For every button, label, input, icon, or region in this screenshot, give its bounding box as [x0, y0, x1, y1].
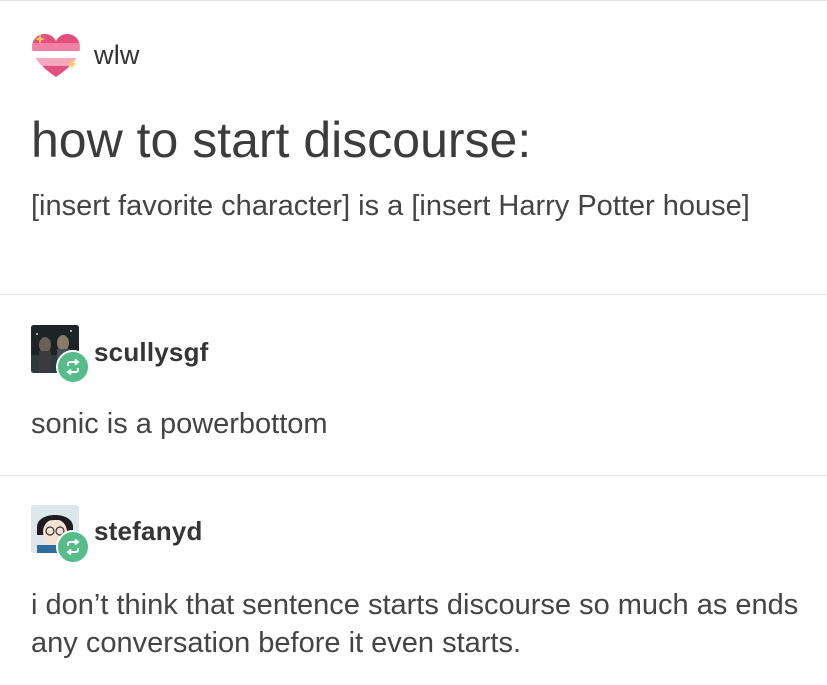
reblog-icon [56, 530, 90, 564]
top-border [0, 0, 827, 1]
divider [0, 475, 827, 476]
reblog-text: i don’t think that sentence starts disco… [31, 589, 799, 659]
post-title: how to start discourse: [31, 112, 532, 168]
reblog-username[interactable]: scullysgf [94, 337, 209, 368]
heart-avatar-icon[interactable] [30, 31, 82, 81]
post-body: [insert favorite character] is a [insert… [31, 190, 750, 222]
op-username[interactable]: wlw [94, 40, 140, 71]
reblog-text: sonic is a powerbottom [31, 408, 328, 440]
reblog-username[interactable]: stefanyd [94, 516, 203, 547]
divider [0, 294, 827, 295]
reblog-icon [56, 350, 90, 384]
